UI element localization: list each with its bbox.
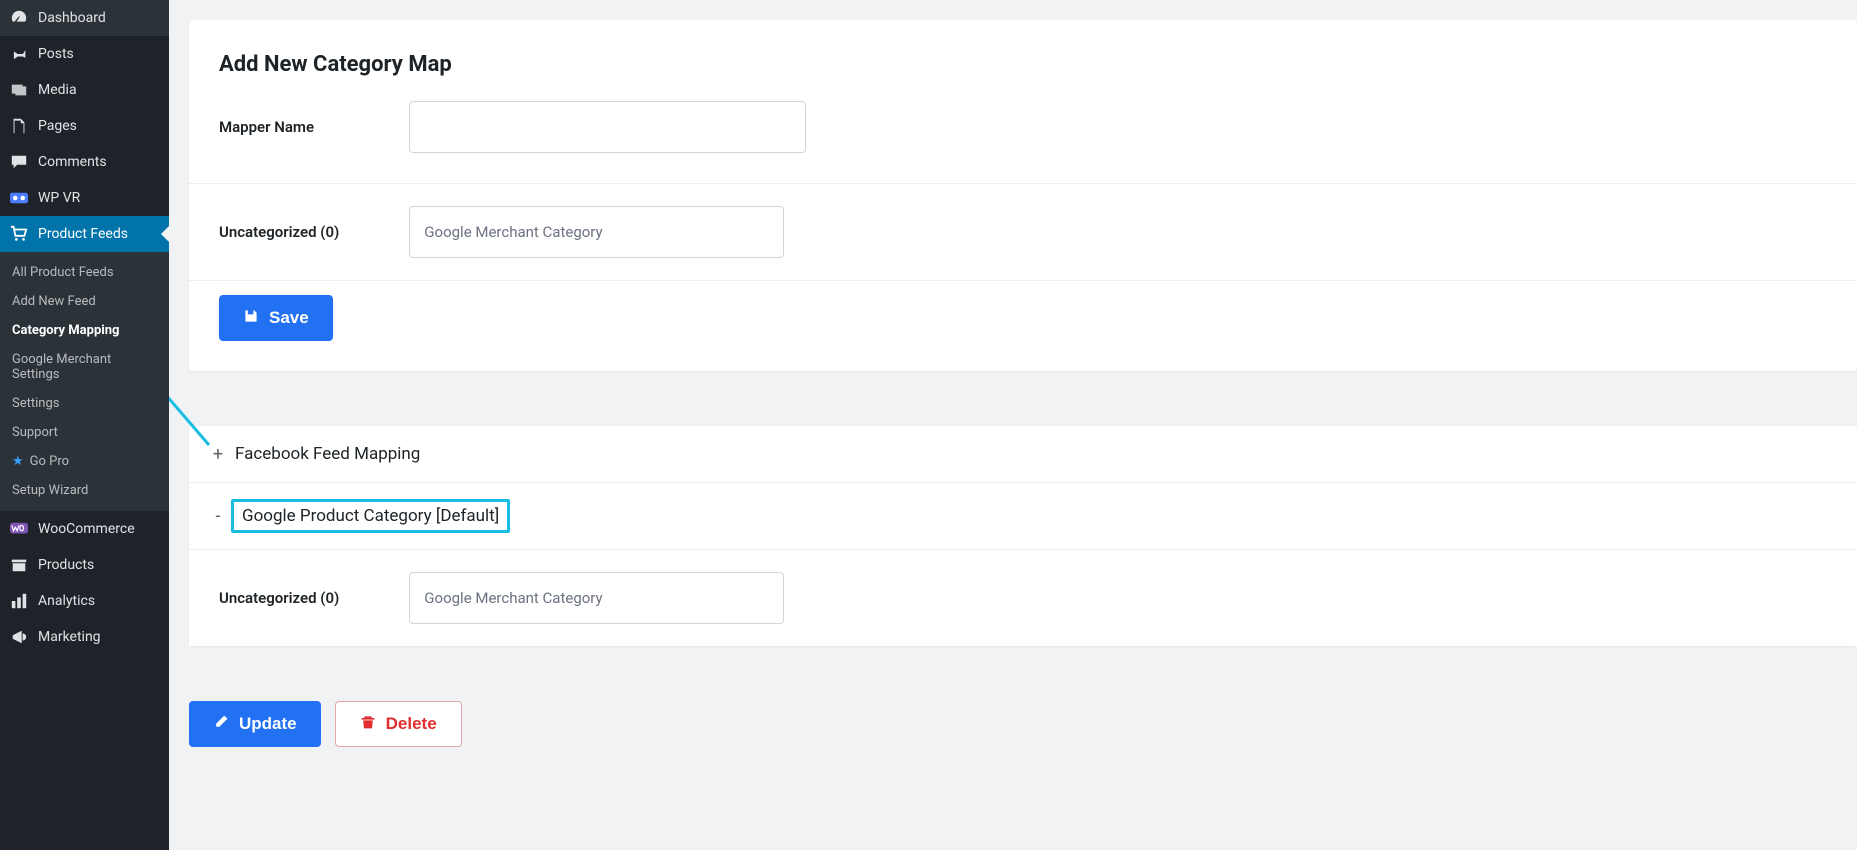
sub-google-merchant-settings[interactable]: Google Merchant Settings — [0, 345, 169, 389]
uncategorized-panel-bottom: Uncategorized (0) Google Merchant Catego… — [189, 549, 1857, 646]
star-icon: ★ — [12, 454, 24, 469]
edit-icon — [213, 714, 229, 735]
mapper-name-input[interactable] — [409, 101, 806, 153]
accordion-title: Google Product Category [Default] — [242, 506, 499, 526]
main-content: Add New Category Map Mapper Name Uncateg… — [169, 0, 1857, 850]
accordion-title: Facebook Feed Mapping — [235, 444, 420, 464]
megaphone-icon — [10, 628, 28, 646]
page-title: Add New Category Map — [189, 20, 1857, 101]
archive-icon — [10, 556, 28, 574]
pin-icon — [10, 45, 28, 63]
mapping-accordion-card: + Facebook Feed Mapping - Google Product… — [189, 426, 1857, 646]
update-button-label: Update — [239, 714, 297, 734]
google-category-select-2[interactable]: Google Merchant Category — [409, 572, 784, 624]
sidebar-item-dashboard[interactable]: Dashboard — [0, 0, 169, 36]
save-button[interactable]: Save — [219, 295, 333, 341]
actions-row: Update Delete — [189, 701, 1857, 747]
sidebar-item-pages[interactable]: Pages — [0, 108, 169, 144]
sub-setup-wizard[interactable]: Setup Wizard — [0, 476, 169, 505]
sidebar-item-media[interactable]: Media — [0, 72, 169, 108]
mapper-name-row: Mapper Name — [189, 101, 1857, 183]
woocommerce-icon — [10, 520, 28, 538]
sub-support[interactable]: Support — [0, 418, 169, 447]
sidebar-label: Products — [38, 557, 94, 573]
trash-icon — [360, 714, 376, 735]
save-button-label: Save — [269, 308, 309, 328]
comment-icon — [10, 153, 28, 171]
sidebar-label: Pages — [38, 118, 77, 134]
sub-add-new-feed[interactable]: Add New Feed — [0, 287, 169, 316]
mapper-name-label: Mapper Name — [219, 118, 409, 136]
sub-all-product-feeds[interactable]: All Product Feeds — [0, 258, 169, 287]
collapse-icon: - — [211, 506, 225, 527]
sub-settings[interactable]: Settings — [0, 389, 169, 418]
sub-go-pro[interactable]: ★ Go Pro — [0, 447, 169, 476]
sidebar-item-comments[interactable]: Comments — [0, 144, 169, 180]
vr-icon — [10, 189, 28, 207]
sidebar-item-marketing[interactable]: Marketing — [0, 619, 169, 655]
bars-icon — [10, 592, 28, 610]
uncategorized-label-2: Uncategorized (0) — [219, 589, 339, 607]
save-icon — [243, 308, 259, 329]
sidebar-item-products[interactable]: Products — [0, 547, 169, 583]
pages-icon — [10, 117, 28, 135]
uncategorized-label: Uncategorized (0) — [219, 223, 339, 241]
sidebar-item-product-feeds[interactable]: Product Feeds — [0, 216, 169, 252]
highlight-box: Google Product Category [Default] — [231, 499, 510, 533]
sidebar-label: Analytics — [38, 593, 95, 609]
add-category-map-card: Add New Category Map Mapper Name Uncateg… — [189, 20, 1857, 371]
sidebar-label: WooCommerce — [38, 521, 135, 537]
sidebar-label: Comments — [38, 154, 107, 170]
uncategorized-panel-top: Uncategorized (0) Google Merchant Catego… — [189, 183, 1857, 281]
sidebar-label: Posts — [38, 46, 74, 62]
sidebar-item-posts[interactable]: Posts — [0, 36, 169, 72]
accordion-item-facebook[interactable]: + Facebook Feed Mapping — [189, 426, 1857, 483]
sidebar-label: WP VR — [38, 190, 80, 206]
sub-category-mapping[interactable]: Category Mapping — [0, 316, 169, 345]
sub-label: Go Pro — [30, 454, 69, 469]
sidebar-item-woocommerce[interactable]: WooCommerce — [0, 511, 169, 547]
gauge-icon — [10, 9, 28, 27]
sidebar-submenu: All Product Feeds Add New Feed Category … — [0, 252, 169, 511]
sidebar-label: Product Feeds — [38, 226, 128, 242]
sidebar-label: Dashboard — [38, 10, 106, 26]
sidebar-label: Media — [38, 82, 77, 98]
sidebar: Dashboard Posts Media Pages Comments — [0, 0, 169, 850]
google-category-select[interactable]: Google Merchant Category — [409, 206, 784, 258]
sidebar-label: Marketing — [38, 629, 101, 645]
accordion-item-google[interactable]: - Google Product Category [Default] — [189, 483, 1857, 549]
cart-icon — [10, 225, 28, 243]
media-icon — [10, 81, 28, 99]
sidebar-item-wpvr[interactable]: WP VR — [0, 180, 169, 216]
update-button[interactable]: Update — [189, 701, 321, 747]
expand-icon: + — [211, 444, 225, 465]
sidebar-item-analytics[interactable]: Analytics — [0, 583, 169, 619]
delete-button-label: Delete — [386, 714, 437, 734]
delete-button[interactable]: Delete — [335, 701, 462, 747]
